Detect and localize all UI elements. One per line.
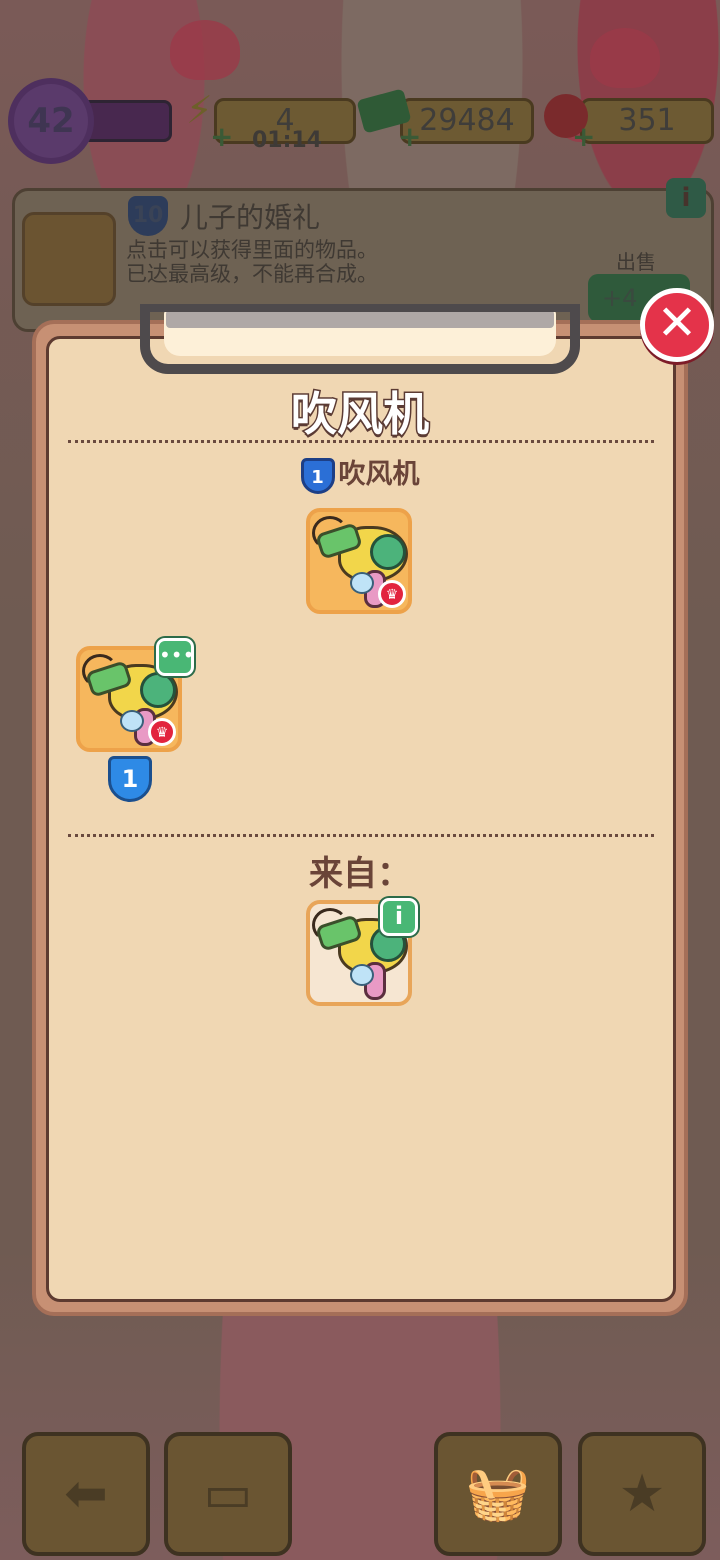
add-cash-icon[interactable]: + — [398, 123, 421, 151]
info-icon[interactable]: i — [380, 898, 418, 936]
heart-icon — [120, 710, 144, 732]
from-label: 来自： — [309, 854, 411, 894]
energy-bolt-icon: ⚡ — [186, 88, 213, 132]
item-description: 点击可以获得里面的物品。 已达最高级，不能再合成。 — [126, 238, 378, 286]
chain-header: 1 吹风机 — [0, 452, 720, 494]
energy-timer: 01:14 — [252, 128, 323, 153]
chain-name: 吹风机 — [338, 459, 420, 490]
close-button[interactable]: ✕ — [640, 288, 714, 362]
description-line: 已达最高级，不能再合成。 — [126, 262, 378, 286]
divider — [68, 834, 654, 837]
close-icon: ✕ — [656, 295, 698, 351]
arrow-left-icon: ⬅ — [64, 1464, 108, 1524]
chain-item-tile[interactable]: ♛ — [306, 508, 412, 614]
xp-progress-bar — [80, 100, 172, 142]
back-button[interactable]: ⬅ — [22, 1432, 150, 1556]
basket-icon: 🧺 — [465, 1464, 531, 1524]
add-gems-icon[interactable]: + — [572, 123, 595, 151]
item-thumbnail — [22, 212, 116, 306]
description-line: 点击可以获得里面的物品。 — [126, 238, 378, 262]
backpack-button[interactable]: ▭ — [164, 1432, 292, 1556]
item-level-badge: 10 — [128, 196, 168, 236]
gem-counter[interactable]: 351 — [580, 98, 714, 144]
heart-decoration — [170, 20, 240, 80]
sell-label: 出售 — [616, 250, 656, 274]
item-level-shield-icon: 1 — [108, 756, 152, 802]
crown-icon: ♛ — [148, 718, 176, 746]
crown-icon: ♛ — [378, 580, 406, 608]
add-energy-icon[interactable]: + — [210, 123, 233, 151]
star-card-icon: ★ — [618, 1464, 666, 1524]
shop-button[interactable]: 🧺 — [434, 1432, 562, 1556]
heart-icon — [350, 964, 374, 986]
modal-title: 吹风机 — [290, 386, 431, 443]
clipboard-clip — [140, 304, 580, 376]
chain-level-shield-icon: 1 — [300, 457, 335, 494]
item-title: 儿子的婚礼 — [180, 201, 321, 234]
more-options-icon[interactable]: ••• — [156, 638, 194, 676]
info-icon[interactable]: i — [666, 178, 706, 218]
divider — [68, 440, 654, 443]
heart-decoration — [590, 28, 660, 88]
heart-icon — [350, 572, 374, 594]
backpack-icon: ▭ — [203, 1464, 253, 1524]
hairdryer-grill-icon — [140, 672, 176, 708]
hairdryer-grill-icon — [370, 534, 406, 570]
sell-value: +4 — [602, 284, 638, 312]
collection-button[interactable]: ★ — [578, 1432, 706, 1556]
player-level-badge[interactable]: 42 — [14, 84, 88, 158]
